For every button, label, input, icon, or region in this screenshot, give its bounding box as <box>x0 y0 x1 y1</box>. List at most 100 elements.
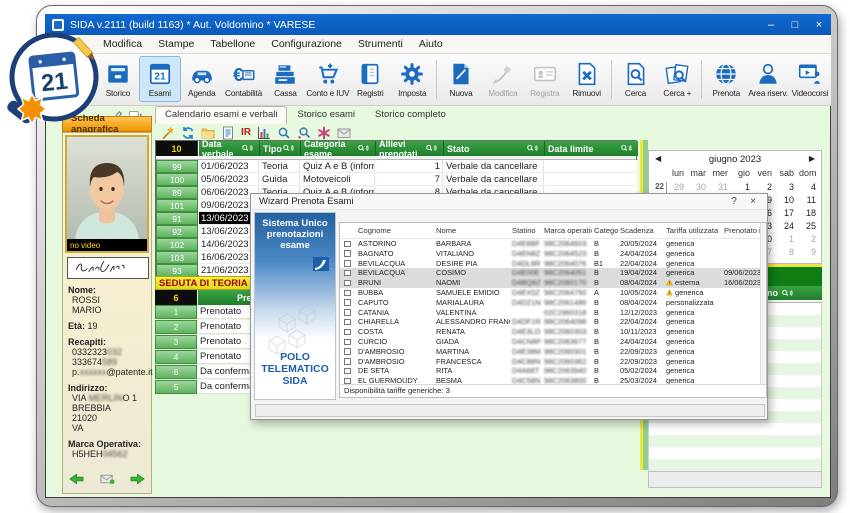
close-button[interactable]: × <box>807 14 831 35</box>
menu-strumenti[interactable]: Strumenti <box>350 38 411 50</box>
calendar-day[interactable]: 24 <box>777 221 799 234</box>
calendar-day[interactable]: 17 <box>777 208 799 221</box>
row-checkbox[interactable] <box>344 260 351 267</box>
candidate-row[interactable]: BRUNINAOMID4BQ8Z98C2060170B08/04/2024est… <box>340 278 761 288</box>
toolbar-nuova-button[interactable]: Nuova <box>440 56 482 102</box>
row-checkbox[interactable] <box>344 348 351 355</box>
next-student-arrow[interactable] <box>130 473 145 485</box>
row-checkbox[interactable] <box>344 299 351 306</box>
column-header-cognome[interactable]: Cognome <box>358 223 434 239</box>
send-mail-icon[interactable] <box>100 473 115 485</box>
column-header-stato[interactable]: Stato <box>444 141 545 156</box>
menu-aiuto[interactable]: Aiuto <box>411 38 451 50</box>
column-header-marca-operativa[interactable]: Marca operativa <box>544 223 592 239</box>
candidate-row[interactable]: ASTORINOBARBARAD4E8BF98C2064603B20/05/20… <box>340 239 761 249</box>
refresh-icon[interactable] <box>181 126 195 140</box>
row-checkbox[interactable] <box>344 280 351 287</box>
tab-storico-completo[interactable]: Storico completo <box>365 106 456 124</box>
toolbar-cerca-button[interactable]: Cerca <box>615 56 657 102</box>
calendar-next-arrow[interactable]: ▶ <box>809 154 815 163</box>
calendar-day[interactable]: 4 <box>799 182 821 195</box>
tab-calendario-esami-e-verbali[interactable]: Calendario esami e verbali <box>155 106 287 124</box>
row-checkbox[interactable] <box>344 358 351 365</box>
candidate-row[interactable]: D'AMBROSIOMARTINAD4E38M98C2060301B22/09/… <box>340 347 761 357</box>
table-row[interactable]: 10005/06/2023GuidaMotoveicoli7Verbale da… <box>156 173 636 186</box>
tab-storico-esami[interactable]: Storico esami <box>287 106 365 124</box>
row-checkbox[interactable] <box>344 329 351 336</box>
menu-tabellone[interactable]: Tabellone <box>202 38 263 50</box>
calendar-day[interactable]: 1 <box>777 234 799 247</box>
toolbar-rimuovi-button[interactable]: Rimuovi <box>566 56 608 102</box>
row-checkbox[interactable] <box>344 290 351 297</box>
prev-student-arrow[interactable] <box>69 473 84 485</box>
candidate-row[interactable]: CATANIAVALENTINA02C2960318B12/12/2023gen… <box>340 308 761 318</box>
calendar-day[interactable]: 3 <box>777 182 799 195</box>
column-header-allievi-prenotati[interactable]: Allievi prenotati <box>376 141 444 156</box>
calendar-day[interactable]: 11 <box>799 195 821 208</box>
chart-icon[interactable] <box>257 126 271 140</box>
ir-report-icon[interactable]: IR <box>241 126 251 140</box>
toolbar-agenda-button[interactable]: Agenda <box>181 56 223 102</box>
column-header-nome[interactable]: Nome <box>436 223 510 239</box>
column-header-tariffa-utilizzata[interactable]: Tariffa utilizzata <box>666 223 722 239</box>
wand-icon[interactable] <box>161 126 175 140</box>
calendar-day[interactable]: 10 <box>777 195 799 208</box>
candidate-row[interactable]: COSTARENATAD4E3LO98C2060303B10/11/2023ge… <box>340 327 761 337</box>
candidate-row[interactable]: CAPUTOMARIALAURAD4DZ1N98C2061486B08/04/2… <box>340 298 761 308</box>
toolbar-contabilit--button[interactable]: €Contabilità <box>223 56 265 102</box>
toolbar-cassa-button[interactable]: Cassa <box>265 56 307 102</box>
menu-stampe[interactable]: Stampe <box>150 38 202 50</box>
column-header-data-verbale[interactable]: Data verbale <box>199 141 260 156</box>
row-checkbox[interactable] <box>344 241 351 248</box>
candidate-row[interactable]: D'AMBROSIOFRANCESCAD4C88N98C2060362B22/0… <box>340 357 761 367</box>
calendar-day[interactable]: 18 <box>799 208 821 221</box>
email-value[interactable]: p.xxxxxx@patente.it <box>68 367 150 377</box>
candidate-row[interactable]: BEVILACQUADESIRE PIAD4DL8R98C2064076B122… <box>340 259 761 269</box>
row-checkbox[interactable] <box>344 309 351 316</box>
maximize-button[interactable]: □ <box>783 14 807 35</box>
toolbar-conto-e-iuv-button[interactable]: Conto e IUV <box>306 56 349 102</box>
panel-title: Sistema Unico prenotazioni esame <box>255 218 335 251</box>
candidate-row[interactable]: CHIARELLAALESSANDRO FRANCESCOD4DF1R98C20… <box>340 317 761 327</box>
cell-data-limite <box>545 160 637 173</box>
toolbar-area-riserv--button[interactable]: Area riserv. <box>747 56 789 102</box>
column-header-categoria-esame[interactable]: Categoria esame <box>301 141 376 156</box>
row-checkbox[interactable] <box>344 368 351 375</box>
dialog-help-button[interactable]: ? <box>727 196 741 208</box>
toolbar-videocorsi-button[interactable]: Videocorsi <box>789 56 831 102</box>
search-icon[interactable] <box>277 126 291 140</box>
toolbar-prenota-button[interactable]: Prenota <box>705 56 747 102</box>
cell-scadenza: 10/11/2023 <box>620 327 664 337</box>
toolbar-imposta-button[interactable]: Imposta <box>391 56 433 102</box>
row-checkbox[interactable] <box>344 319 351 326</box>
column-header-data-limite[interactable]: Data limite <box>545 141 638 156</box>
candidate-row[interactable]: DE SETARITAD4A68T98C2063940B05/02/2024ge… <box>340 366 761 376</box>
toolbar-registri-button[interactable]: Registri <box>349 56 391 102</box>
candidate-row[interactable]: BUBBASAMUELE EMIDIOD4EX0Z98C2064750A10/0… <box>340 288 761 298</box>
calendar-day[interactable]: 25 <box>799 221 821 234</box>
calendar-day[interactable]: 2 <box>799 234 821 247</box>
menu-configurazione[interactable]: Configurazione <box>263 38 350 50</box>
calendar-day[interactable]: 9 <box>799 247 821 260</box>
candidate-row[interactable]: BAGNATOVITALIANOD4EN8Z98C2064523B24/04/2… <box>340 249 761 259</box>
row-checkbox[interactable] <box>344 339 351 346</box>
toolbar-cerca--button[interactable]: Cerca + <box>656 56 698 102</box>
toolbar-label: Cerca + <box>663 88 691 98</box>
column-header-scadenza[interactable]: Scadenza <box>620 223 664 239</box>
list-scrollbar[interactable] <box>760 223 766 397</box>
dialog-title-bar[interactable]: Wizard Prenota Esami <box>251 194 767 210</box>
minimize-button[interactable]: – <box>759 14 783 35</box>
column-header-statino[interactable]: Statino <box>512 223 542 239</box>
calendar-prev-arrow[interactable]: ◀ <box>655 154 661 163</box>
column-header-prenotato-il[interactable]: Prenotato il <box>724 223 761 239</box>
column-header-categoria[interactable]: Categoria <box>594 223 618 239</box>
candidate-row[interactable]: CURCIOGIADAD4CN8P98C2063677B24/04/2024ge… <box>340 337 761 347</box>
column-header-tipo[interactable]: Tipo <box>260 141 301 156</box>
calendar-day[interactable]: 8 <box>777 247 799 260</box>
row-checkbox[interactable] <box>344 250 351 257</box>
row-checkbox[interactable] <box>344 270 351 277</box>
toolbar-esami-button[interactable]: 21Esami <box>139 56 181 102</box>
dialog-close-button[interactable]: × <box>746 196 760 208</box>
candidate-row[interactable]: BEVILACQUACOSIMOD4E00E98C2064051B19/04/2… <box>340 268 761 278</box>
table-row[interactable]: 9901/06/2023TeoriaQuiz A e B (inform.)1V… <box>156 160 636 173</box>
